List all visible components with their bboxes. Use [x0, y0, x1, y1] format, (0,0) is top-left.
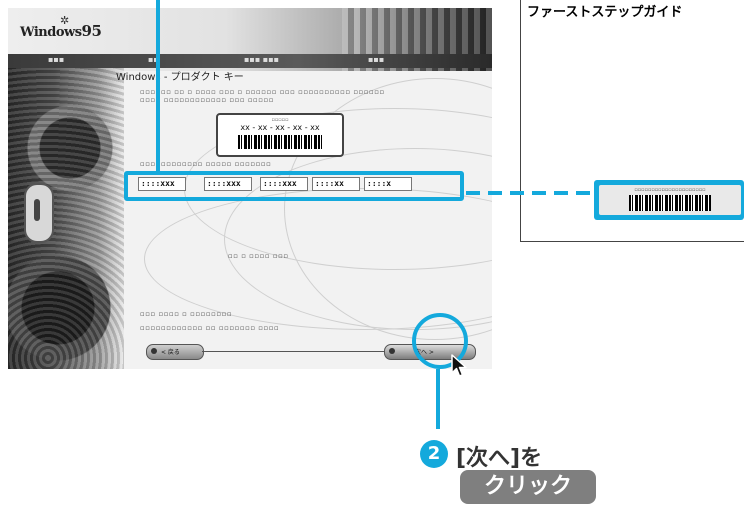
- step-action-badge: クリック: [460, 470, 596, 504]
- mouse-pointer-icon: [451, 354, 467, 377]
- dashed-connector: [466, 191, 596, 195]
- key-illustration: [24, 183, 54, 243]
- sticker-code: xx - xx - xx - xx - xx: [240, 123, 320, 132]
- step-instruction-text: [次へ]を: [456, 446, 543, 471]
- barcode: [238, 135, 322, 149]
- installer-menu-strip: ▪▪▪ ▪▪ ▪▪▪ ▪▪▪ ▪▪▪: [8, 54, 492, 68]
- callout-line: [156, 0, 160, 173]
- note-text-line: ▫▫▫▫▫▫▫▫▫▫▫▫ ▫▫ ▫▫▫▫▫▫▫ ▫▫▫▫: [140, 324, 280, 332]
- product-key-sticker: ▫▫▫▫▫ xx - xx - xx - xx - xx: [216, 113, 344, 157]
- note-text-line: ▫▫▫ ▫▫▫▫ ▫ ▫▫▫▫▫▫▫▫: [140, 310, 233, 318]
- instruction-text-line: ▫▫▫▫ ▫▫▫▫▫▫▫▫▫▫▫▫ ▫▫▫ ▫▫▫▫▫: [140, 96, 275, 104]
- callout-line: [436, 369, 440, 429]
- step-number-badge: 2: [420, 440, 448, 468]
- page-title: Windows - プロダクト キー: [116, 72, 244, 83]
- product-key-highlight: [124, 171, 464, 201]
- back-button[interactable]: < 戻る: [146, 344, 204, 360]
- status-text: ▫▫ ▫ ▫▫▫▫ ▫▫▫: [228, 252, 289, 260]
- instruction-text-line: ▫▫▫▫▫▫ ▫▫ ▫ ▫▫▫▫ ▫▫▫ ▫ ▫▫▫▫▫▫ ▫▫▫ ▫▫▫▫▫▫…: [140, 88, 385, 96]
- guide-title: ファーストステップガイド: [527, 5, 683, 20]
- guide-product-key-sticker: ▫▫▫▫▫▫▫▫▫▫▫▫▫▫▫▫▫▫▫▫▫: [594, 180, 744, 220]
- barcode: [629, 195, 711, 211]
- windows-logo: Windows95: [20, 22, 102, 40]
- button-connector-line: [202, 351, 384, 352]
